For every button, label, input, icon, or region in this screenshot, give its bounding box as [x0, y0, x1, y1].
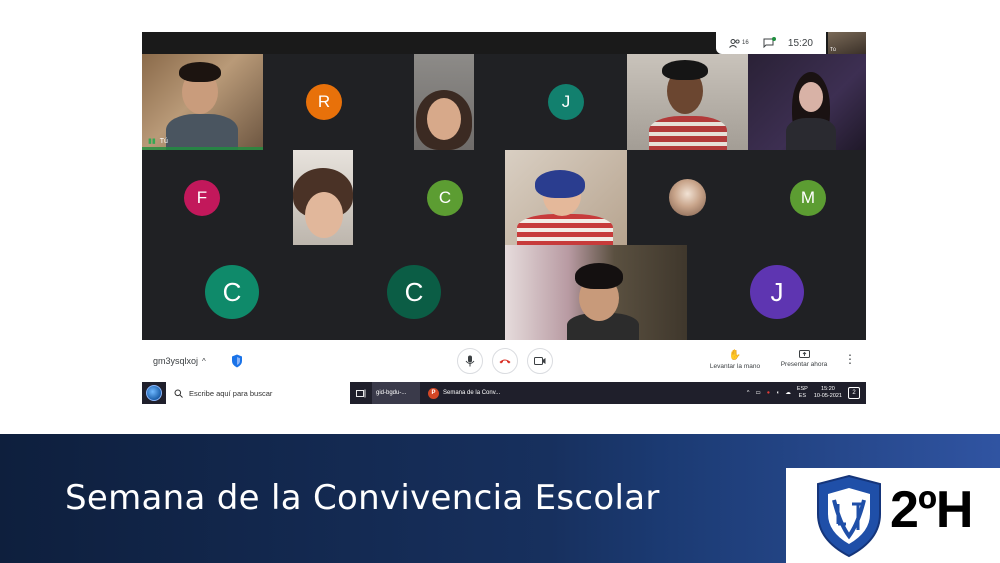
participant-video-4[interactable]	[748, 54, 866, 150]
meet-top-bar: 16 15:20 Tú	[142, 32, 866, 54]
antivirus-icon[interactable]: ●	[767, 390, 770, 396]
taskbar-time: 15:20	[821, 386, 835, 392]
person-face	[427, 98, 461, 140]
camera-button[interactable]	[527, 348, 553, 374]
microphone-button[interactable]	[457, 348, 483, 374]
taskbar-search-box[interactable]: Escribe aquí para buscar	[166, 382, 350, 404]
person-body	[649, 116, 727, 150]
powerpoint-icon: P	[428, 387, 439, 399]
chevron-up-icon: ^	[202, 357, 206, 366]
language-bottom: ES	[798, 393, 807, 399]
meeting-code: gm3ysqlxoj	[153, 356, 199, 366]
notifications-icon[interactable]: 2	[848, 387, 860, 399]
chevron-up-icon[interactable]: ^	[747, 390, 750, 396]
meet-window: 16 15:20 Tú ▮▮ Tú R J F C M C C J gm3ysq…	[142, 32, 866, 404]
avatar: R	[306, 84, 342, 120]
task-view-icon	[356, 389, 366, 397]
search-icon	[174, 389, 183, 398]
participant-tile-photo[interactable]	[627, 150, 748, 245]
participant-tile-c1[interactable]: C	[384, 150, 505, 245]
chat-button[interactable]	[763, 37, 776, 48]
person-body	[786, 118, 836, 150]
system-tray: ^ ▭ ● ◖ ☁ ESP ES 15:20 10-05-2021 2	[747, 386, 866, 400]
windows-logo-icon	[146, 385, 162, 401]
taskbar-item-browser[interactable]: gid-bgdu-...	[372, 382, 420, 404]
participant-tile-m[interactable]: M	[748, 150, 866, 245]
camera-icon	[534, 357, 546, 365]
avatar: C	[205, 265, 259, 319]
participant-video-5[interactable]	[293, 150, 353, 245]
slide: 16 15:20 Tú ▮▮ Tú R J F C M C C J gm3ysq…	[0, 0, 1000, 563]
person-hair	[575, 263, 623, 289]
person-body	[166, 114, 238, 150]
avatar: C	[387, 265, 441, 319]
person-hair	[535, 170, 585, 198]
participant-tile-j[interactable]: J	[504, 54, 625, 150]
more-options-icon[interactable]: ⋮	[844, 352, 856, 366]
leave-call-button[interactable]	[492, 348, 518, 374]
raise-hand-button[interactable]: ✋ Levantar la mano	[704, 350, 766, 370]
search-placeholder: Escribe aquí para buscar	[189, 388, 273, 398]
hand-icon: ✋	[728, 350, 742, 361]
audio-level-icon: ▮▮	[148, 138, 156, 145]
participant-tile-j2[interactable]: J	[687, 245, 866, 340]
participant-tile-c3[interactable]: C	[323, 245, 505, 340]
person-hair	[179, 62, 221, 82]
taskbar-item-browser-label: gid-bgdu-...	[376, 390, 407, 396]
windows-taskbar: Escribe aquí para buscar gid-bgdu-... P …	[142, 382, 866, 404]
cloud-icon[interactable]: ☁	[785, 390, 791, 396]
avatar: F	[184, 180, 220, 216]
participant-video-3[interactable]	[627, 54, 748, 150]
class-grade: 2ºH	[890, 481, 973, 539]
slide-footer: Semana de la Convivencia Escolar 2ºH	[0, 434, 1000, 563]
person-body	[517, 214, 613, 245]
self-thumbnail-label: Tú	[830, 47, 836, 53]
taskbar-item-powerpoint-label: Semana de la Conv...	[443, 390, 501, 396]
avatar: J	[548, 84, 584, 120]
shield-icon[interactable]	[231, 354, 243, 368]
avatar: C	[427, 180, 463, 216]
network-icon[interactable]: ▭	[755, 390, 760, 396]
taskbar-item-powerpoint[interactable]: P Semana de la Conv...	[424, 382, 508, 404]
person-face	[799, 82, 823, 112]
participant-tile-f[interactable]: F	[142, 150, 263, 245]
taskbar-date: 10-05-2021	[813, 393, 842, 399]
people-icon	[729, 38, 740, 48]
participants-button[interactable]: 16	[729, 38, 749, 48]
microphone-icon	[465, 355, 475, 367]
logo-box: 2ºH	[786, 468, 1000, 563]
language-top: ESP	[796, 386, 808, 392]
present-now-button[interactable]: Presentar ahora	[778, 350, 830, 368]
self-thumbnail[interactable]: Tú	[828, 32, 866, 54]
meet-controls-bar: gm3ysqlxoj ^ ✋ Levantar la mano Presentar…	[142, 340, 866, 382]
participant-video-self[interactable]: ▮▮ Tú	[142, 54, 263, 150]
profile-photo	[669, 179, 706, 216]
slide-title: Semana de la Convivencia Escolar	[65, 478, 660, 518]
info-panel: 16 15:20	[716, 32, 826, 54]
start-button[interactable]	[142, 382, 166, 404]
language-indicator[interactable]: ESP ES	[797, 386, 808, 400]
hang-up-icon	[499, 359, 511, 364]
participant-tile-c2[interactable]: C	[142, 245, 323, 340]
participants-count: 16	[742, 40, 749, 46]
meeting-details-button[interactable]: gm3ysqlxoj ^	[153, 356, 206, 366]
headphones-icon	[662, 60, 708, 80]
meeting-clock: 15:20	[787, 37, 813, 49]
raise-hand-label: Levantar la mano	[709, 363, 761, 370]
school-crest-logo	[817, 474, 881, 558]
self-label: ▮▮ Tú	[148, 137, 168, 146]
participant-video-7[interactable]	[505, 245, 687, 340]
person-face	[305, 192, 343, 238]
participant-video-2[interactable]	[414, 54, 474, 150]
present-screen-icon	[798, 350, 810, 358]
participant-video-6[interactable]	[505, 150, 627, 245]
avatar: M	[790, 180, 826, 216]
present-now-label: Presentar ahora	[780, 361, 828, 368]
chat-unread-dot	[771, 37, 776, 41]
avatar: J	[750, 265, 804, 319]
participant-tile-r[interactable]: R	[263, 54, 384, 150]
task-view-button[interactable]	[350, 382, 372, 404]
taskbar-clock[interactable]: 15:20 10-05-2021	[814, 386, 842, 400]
volume-icon[interactable]: ◖	[776, 390, 779, 396]
